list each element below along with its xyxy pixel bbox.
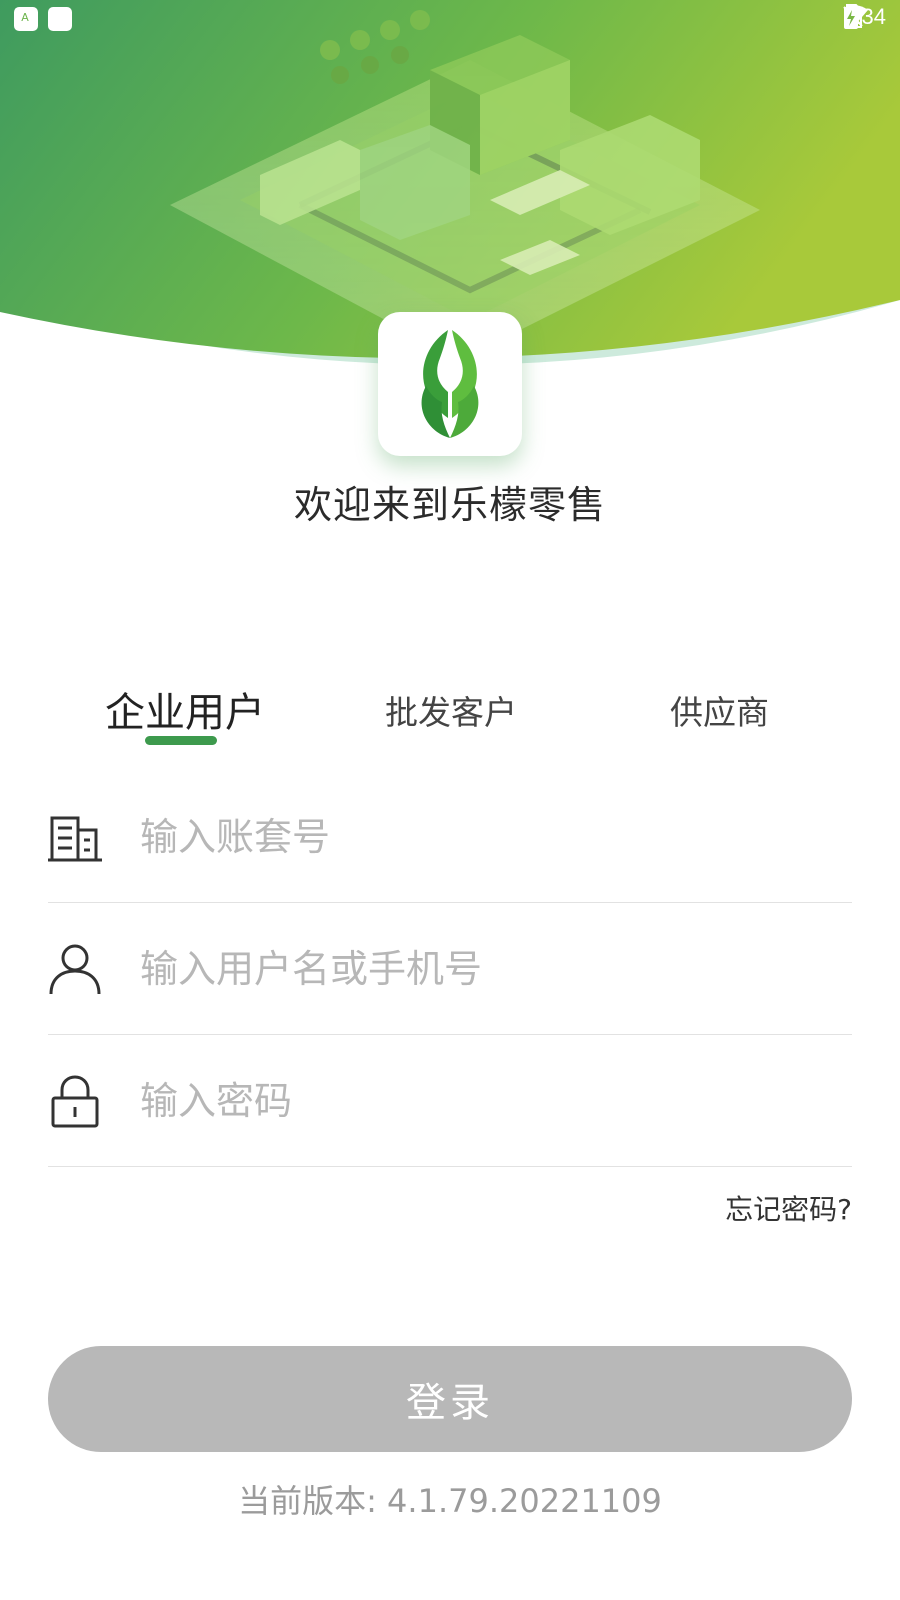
notification-square-icon (48, 7, 72, 31)
login-button[interactable]: 登录 (48, 1346, 852, 1452)
username-field (48, 902, 852, 1035)
text-icon: A (16, 8, 34, 26)
status-bar: A 2:34 (0, 0, 900, 36)
forgot-password-link[interactable]: 忘记密码? (725, 1188, 852, 1228)
password-field (48, 1034, 852, 1167)
building-icon (48, 816, 102, 862)
lock-icon (51, 1075, 99, 1128)
tab-wholesale-customer[interactable]: 批发客户 (385, 686, 517, 734)
username-input[interactable] (138, 938, 842, 1000)
version-text: 当前版本: 4.1.79.20221109 (238, 1482, 662, 1520)
account-input[interactable] (138, 806, 842, 868)
tab-enterprise-user[interactable]: 企业用户 (105, 680, 265, 738)
password-input[interactable] (138, 1070, 842, 1132)
app-logo (378, 312, 522, 456)
tab-supplier[interactable]: 供应商 (670, 686, 769, 734)
active-tab-indicator (145, 736, 217, 745)
battery-charging-icon (844, 4, 859, 29)
user-type-tabs: 企业用户 批发客户 供应商 (0, 686, 900, 766)
user-icon (49, 944, 101, 995)
svg-text:A: A (21, 11, 29, 24)
account-field (48, 770, 852, 903)
welcome-title: 欢迎来到乐檬零售 (293, 483, 606, 527)
leaf-logo-icon (421, 330, 479, 438)
